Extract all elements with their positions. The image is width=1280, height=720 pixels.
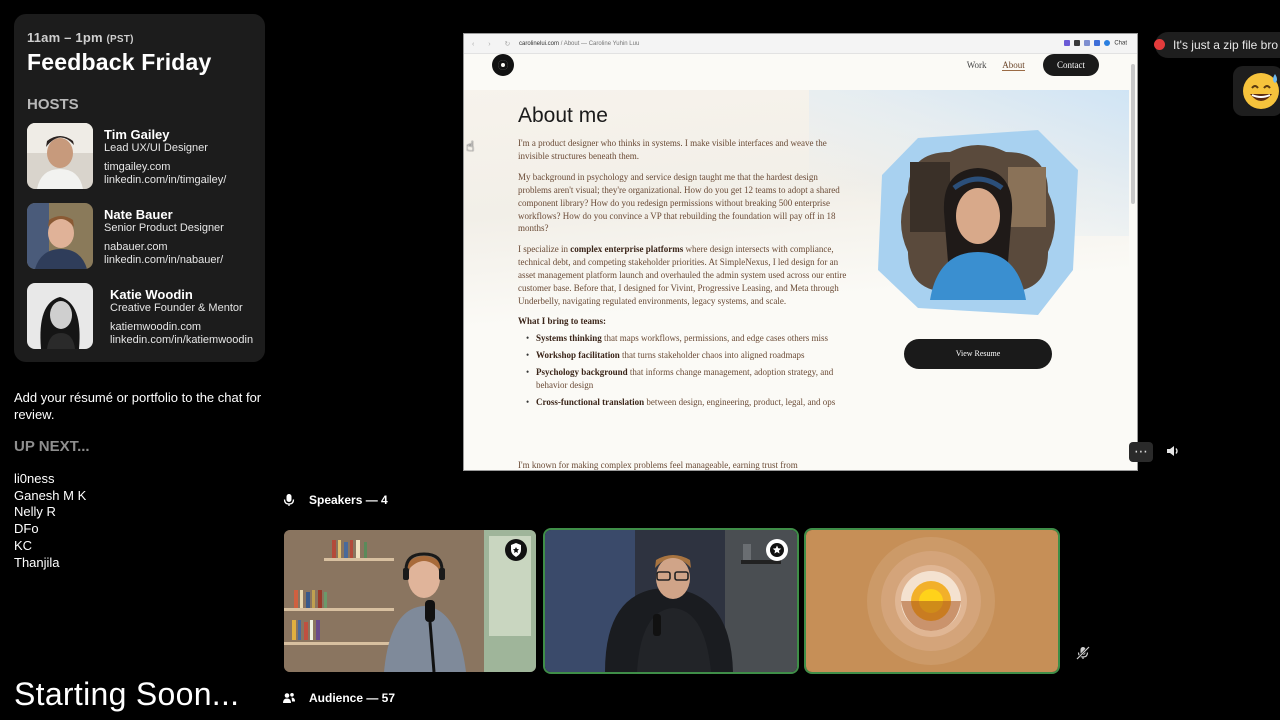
- bring-heading: What I bring to teams:: [518, 315, 606, 326]
- extensions-bar[interactable]: Chat: [1064, 40, 1127, 47]
- about-paragraph: I specialize in complex enterprise platf…: [518, 244, 847, 306]
- speaker-audio-tile[interactable]: [806, 530, 1058, 672]
- submission-note: Add your résumé or portfolio to the chat…: [14, 390, 262, 422]
- hosts-heading: HOSTS: [27, 96, 79, 113]
- bring-item: Psychology background that informs chang…: [526, 366, 850, 392]
- host-card: Nate Bauer Senior Product Designer nabau…: [27, 203, 257, 271]
- queue-item: DFo: [14, 521, 39, 537]
- bring-list: Systems thinking that maps workflows, pe…: [518, 332, 850, 409]
- about-paragraph: I'm a product designer who thinks in sys…: [518, 138, 827, 161]
- host-website-link[interactable]: katiemwoodin.com: [110, 321, 253, 335]
- host-name: Tim Gailey: [104, 127, 170, 142]
- scrollbar[interactable]: [1131, 64, 1135, 204]
- host-name: Katie Woodin: [110, 287, 193, 302]
- host-avatar: [27, 123, 93, 189]
- audience-label: Audience — 57: [309, 691, 396, 705]
- speakers-label: Speakers — 4: [309, 493, 388, 507]
- up-next-list: li0ness Ganesh M K Nelly R DFo KC Thanji…: [14, 471, 86, 571]
- speaker-video-tile[interactable]: [545, 530, 797, 672]
- about-paragraph-cutoff: I'm known for making complex problems fe…: [518, 460, 798, 470]
- microphone-icon: [283, 494, 295, 506]
- host-card: Tim Gailey Lead UX/UI Designer timgailey…: [27, 123, 257, 191]
- chat-extension-icon[interactable]: [1104, 40, 1111, 46]
- nav-link-work[interactable]: Work: [967, 60, 987, 70]
- chat-extension-label[interactable]: Chat: [1114, 41, 1127, 47]
- extension-icon[interactable]: [1074, 40, 1081, 46]
- moderator-badge-icon: [766, 539, 788, 561]
- portrait-image: [878, 130, 1078, 315]
- emoji-reaction: [1233, 66, 1280, 116]
- host-avatar: [27, 283, 93, 349]
- host-linkedin-link[interactable]: linkedin.com/in/katiemwoodin: [110, 334, 253, 348]
- host-card: Katie Woodin Creative Founder & Mentor k…: [27, 283, 257, 351]
- host-website-link[interactable]: nabauer.com: [104, 241, 224, 255]
- host-role: Senior Product Designer: [104, 222, 224, 234]
- view-resume-button[interactable]: View Resume: [904, 339, 1052, 369]
- bring-item: Systems thinking that maps workflows, pe…: [526, 332, 850, 345]
- sweat-smile-emoji-icon: [1243, 73, 1279, 109]
- site-nav: Work About Contact: [967, 54, 1099, 76]
- queue-item: Thanjila: [14, 554, 60, 570]
- event-time: 11am – 1pm (PST): [27, 30, 134, 45]
- site-logo-icon[interactable]: [492, 54, 514, 76]
- host-avatar: [27, 203, 93, 269]
- chat-message-bubble: It's just a zip file bro: [1155, 32, 1280, 58]
- extension-icon[interactable]: [1094, 40, 1101, 46]
- event-title: Feedback Friday: [27, 49, 212, 75]
- extension-icon[interactable]: [1064, 40, 1071, 46]
- extension-icon[interactable]: [1084, 40, 1091, 46]
- host-role: Creative Founder & Mentor: [110, 302, 243, 314]
- about-title: About me: [518, 104, 608, 127]
- about-content: About me I'm a product designer who thin…: [518, 104, 850, 470]
- browser-toolbar: ‹ › ↻ carolinelui.com / About — Caroline…: [464, 34, 1137, 54]
- queue-item: Ganesh M K: [14, 487, 87, 503]
- more-options-button[interactable]: ⋯: [1129, 442, 1153, 462]
- speaker-video-tile[interactable]: [284, 530, 536, 672]
- audience-icon: [283, 693, 295, 703]
- bring-item: Cross-functional translation between des…: [526, 396, 850, 409]
- event-info-card: 11am – 1pm (PST) Feedback Friday HOSTS T…: [14, 14, 265, 362]
- browser-nav-buttons[interactable]: ‹ › ↻: [472, 40, 516, 48]
- volume-icon[interactable]: [1165, 443, 1181, 459]
- address-bar[interactable]: carolinelui.com / About — Caroline Yuhin…: [519, 41, 639, 47]
- bring-item: Workshop facilitation that turns stakeho…: [526, 349, 850, 362]
- nav-link-about[interactable]: About: [1002, 60, 1025, 71]
- site-header: Work About Contact: [464, 54, 1129, 90]
- host-linkedin-link[interactable]: linkedin.com/in/timgailey/: [104, 174, 226, 188]
- host-linkedin-link[interactable]: linkedin.com/in/nabauer/: [104, 254, 224, 268]
- host-name: Nate Bauer: [104, 207, 173, 222]
- starting-soon-text: Starting Soon...: [14, 676, 240, 712]
- contact-button[interactable]: Contact: [1043, 54, 1099, 76]
- about-paragraph: My background in psychology and service …: [518, 171, 840, 234]
- queue-item: Nelly R: [14, 504, 56, 520]
- queue-item: KC: [14, 537, 33, 553]
- cursor-hand-icon: ☝: [466, 138, 475, 154]
- moderator-badge-icon: [505, 539, 527, 561]
- up-next-heading: UP NEXT...: [14, 438, 90, 455]
- host-website-link[interactable]: timgailey.com: [104, 161, 226, 175]
- chat-avatar: [1154, 39, 1165, 50]
- muted-microphone-icon: [1076, 646, 1090, 660]
- queue-item: li0ness: [14, 471, 55, 486]
- shared-screen[interactable]: ‹ › ↻ carolinelui.com / About — Caroline…: [463, 33, 1138, 471]
- host-role: Lead UX/UI Designer: [104, 142, 208, 154]
